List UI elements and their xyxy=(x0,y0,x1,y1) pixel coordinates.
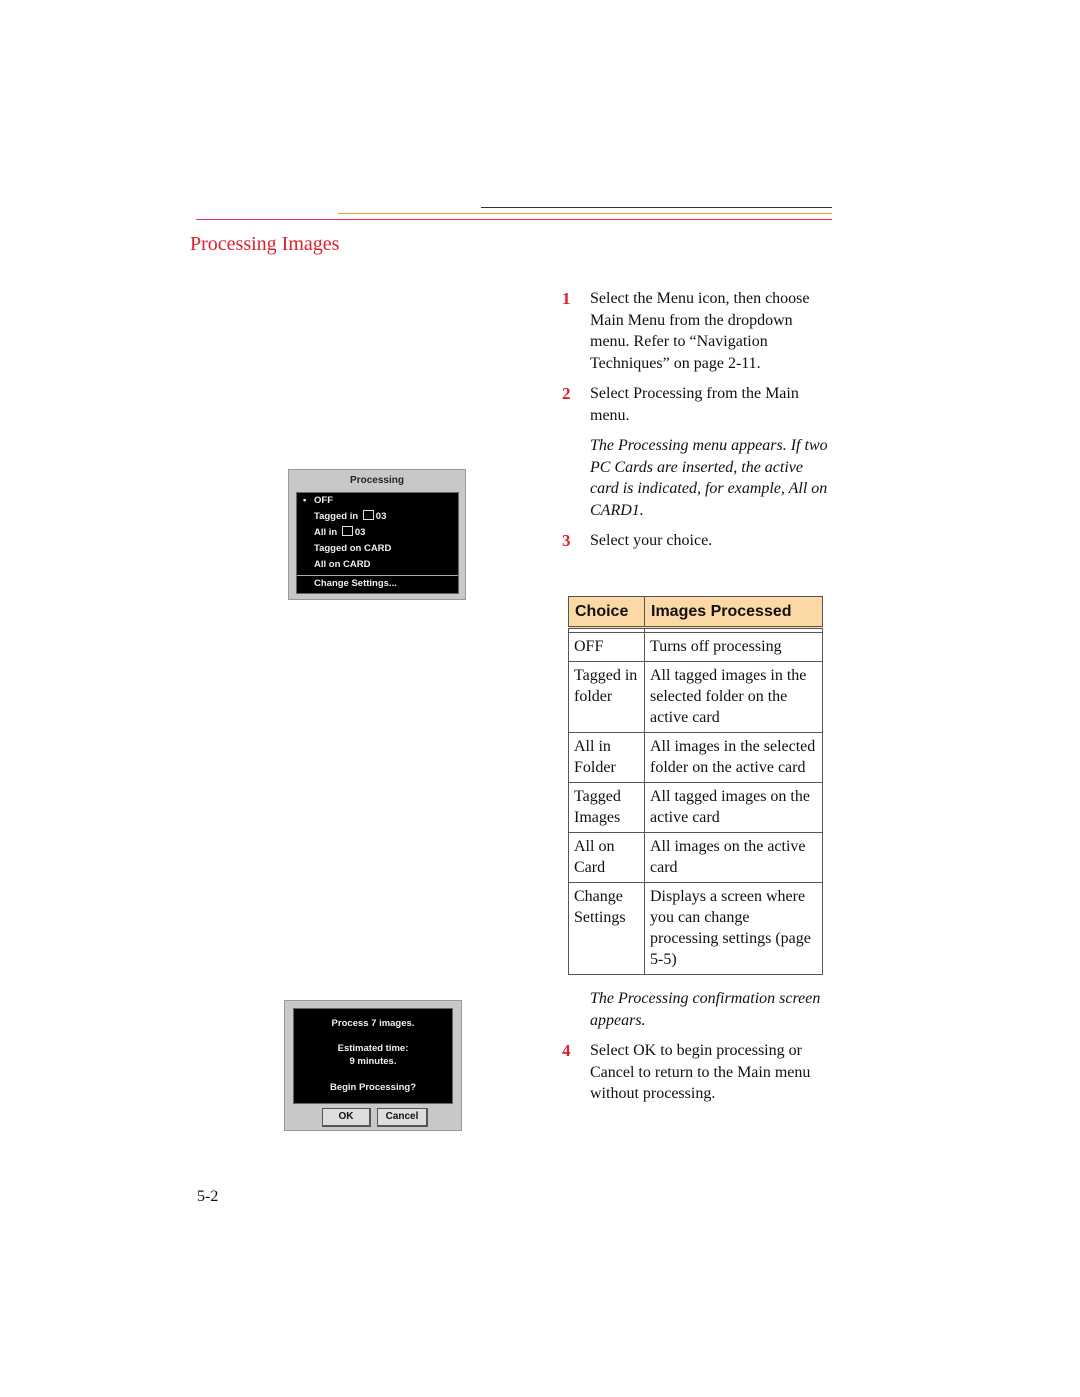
description-cell: Displays a screen where you can change p… xyxy=(644,882,823,975)
step-1: 1 Select the Menu icon, then choose Main… xyxy=(562,288,832,374)
menu-list: • OFF Tagged in 03 All in 03 Tagged on C… xyxy=(296,492,459,594)
confirm-line-estimated: Estimated time: xyxy=(337,1043,409,1054)
menu-item-label: OFF xyxy=(314,495,333,506)
choice-cell: Tagged Images xyxy=(568,782,645,833)
menu-item-off[interactable]: • OFF xyxy=(297,493,458,509)
table-row: Change Settings Displays a screen where … xyxy=(568,882,823,975)
step-number: 3 xyxy=(562,531,571,550)
step-2-note: The Processing menu appears. If two PC C… xyxy=(590,437,828,519)
table-row: All in Folder All images in the selected… xyxy=(568,732,823,783)
confirm-line-minutes: 9 minutes. xyxy=(349,1056,397,1067)
selected-bullet-icon: • xyxy=(303,495,307,506)
menu-item-label: Tagged in xyxy=(314,511,359,522)
table-row: Tagged in folder All tagged images in th… xyxy=(568,661,823,733)
table-row: All on Card All images on the active car… xyxy=(568,832,823,883)
choice-cell: OFF xyxy=(568,632,645,662)
menu-item-label: All on CARD xyxy=(314,559,371,570)
description-cell: All images in the selected folder on the… xyxy=(644,732,823,783)
step-number: 4 xyxy=(562,1041,571,1060)
step-4-pre-note: The Processing confirmation screen appea… xyxy=(590,990,821,1029)
confirmation-screenshot: Process 7 images. Estimated time: 9 minu… xyxy=(284,1000,462,1131)
description-cell: All tagged images on the active card xyxy=(644,782,823,833)
header-rule-orange xyxy=(338,213,832,214)
menu-item-all-in[interactable]: All in 03 xyxy=(297,525,458,541)
menu-item-label: All in xyxy=(314,527,338,538)
steps-list-continued: The Processing confirmation screen appea… xyxy=(562,988,832,1114)
menu-item-tagged-on-card[interactable]: Tagged on CARD xyxy=(297,541,458,557)
choice-cell: All on Card xyxy=(568,832,645,883)
choices-table: Choice Images Processed OFF Turns off pr… xyxy=(568,596,823,975)
folder-number: 03 xyxy=(375,511,387,522)
step-text: Select your choice. xyxy=(590,532,713,549)
page-number: 5-2 xyxy=(197,1188,219,1205)
step-3: 3 Select your choice. xyxy=(562,530,832,552)
menu-item-tagged-in[interactable]: Tagged in 03 xyxy=(297,509,458,525)
menu-item-change-settings[interactable]: Change Settings... xyxy=(297,576,458,592)
description-cell: All images on the active card xyxy=(644,832,823,883)
table-header-row: Choice Images Processed xyxy=(568,596,823,629)
description-cell: Turns off processing xyxy=(644,632,823,662)
steps-list: 1 Select the Menu icon, then choose Main… xyxy=(562,288,832,561)
table-row: Tagged Images All tagged images on the a… xyxy=(568,782,823,833)
folder-number: 03 xyxy=(354,527,366,538)
menu-item-all-on-card[interactable]: All on CARD xyxy=(297,557,458,573)
step-number: 2 xyxy=(562,384,571,403)
confirm-message-box: Process 7 images. Estimated time: 9 minu… xyxy=(293,1008,453,1104)
step-text: Select Processing from the Main menu. xyxy=(590,385,799,424)
confirm-line-begin: Begin Processing? xyxy=(329,1082,417,1093)
folder-icon xyxy=(341,526,353,536)
confirm-line-images: Process 7 images. xyxy=(331,1018,415,1029)
choice-cell: All in Folder xyxy=(568,732,645,783)
cancel-button[interactable]: Cancel xyxy=(377,1108,428,1127)
step-number: 1 xyxy=(562,289,571,308)
column-header-choice: Choice xyxy=(568,596,645,629)
column-header-images-processed: Images Processed xyxy=(644,596,823,629)
menu-item-label: Tagged on CARD xyxy=(314,543,392,554)
choice-cell: Tagged in folder xyxy=(568,661,645,733)
processing-menu-screenshot: Processing • OFF Tagged in 03 All in 03 … xyxy=(288,469,466,600)
page-title: Processing Images xyxy=(190,233,340,255)
header-rule-dark xyxy=(481,207,832,208)
step-text: Select OK to begin processing or Cancel … xyxy=(590,1042,811,1102)
choice-cell: Change Settings xyxy=(568,882,645,975)
header-rule-red xyxy=(196,219,832,220)
step-2: 2 Select Processing from the Main menu. xyxy=(562,383,832,426)
description-cell: All tagged images in the selected folder… xyxy=(644,661,823,733)
table-row: OFF Turns off processing xyxy=(568,632,823,662)
ok-button[interactable]: OK xyxy=(322,1108,371,1127)
menu-item-label: Change Settings... xyxy=(314,578,397,589)
folder-icon xyxy=(362,510,374,520)
step-4: 4 Select OK to begin processing or Cance… xyxy=(562,1040,832,1105)
menu-title: Processing xyxy=(350,475,404,486)
step-text: Select the Menu icon, then choose Main M… xyxy=(590,290,810,372)
